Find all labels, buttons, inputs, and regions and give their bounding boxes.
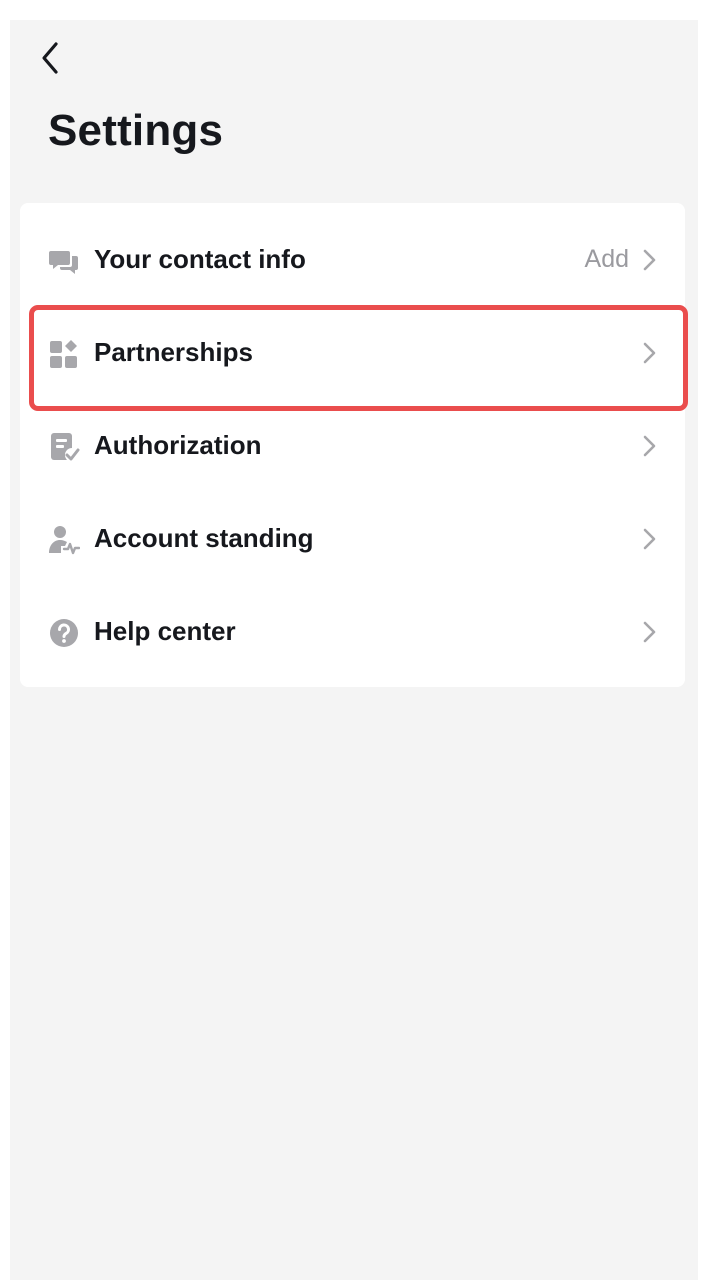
chevron-right-icon [638, 618, 660, 646]
widgets-icon [48, 338, 80, 370]
settings-item-label: Authorization [94, 430, 262, 460]
settings-item-authorization[interactable]: Authorization [20, 399, 685, 492]
settings-item-label: Partnerships [94, 337, 253, 367]
chevron-right-icon [638, 246, 660, 274]
settings-item-value: Add [584, 245, 629, 273]
chevron-left-icon [42, 42, 58, 74]
document-check-icon [48, 431, 80, 463]
chevron-right-icon [638, 432, 660, 460]
back-button[interactable] [32, 38, 68, 78]
user-status-icon [48, 524, 80, 556]
chevron-right-icon [638, 525, 660, 553]
settings-item-label: Help center [94, 616, 236, 646]
settings-list: Your contact info Add Partnerships Autho… [20, 203, 685, 687]
question-circle-icon [48, 617, 80, 649]
page-title: Settings [48, 106, 224, 155]
settings-item-account-standing[interactable]: Account standing [20, 492, 685, 585]
settings-item-help-center[interactable]: Help center [20, 585, 685, 678]
settings-item-partnerships[interactable]: Partnerships [20, 306, 685, 399]
chevron-right-icon [638, 339, 660, 367]
chat-bubbles-icon [48, 245, 80, 277]
settings-item-label: Your contact info [94, 244, 306, 274]
settings-item-contact-info[interactable]: Your contact info Add [20, 213, 685, 306]
settings-item-label: Account standing [94, 523, 314, 553]
settings-screen: Settings Your contact info Add Partnersh… [10, 20, 698, 1280]
